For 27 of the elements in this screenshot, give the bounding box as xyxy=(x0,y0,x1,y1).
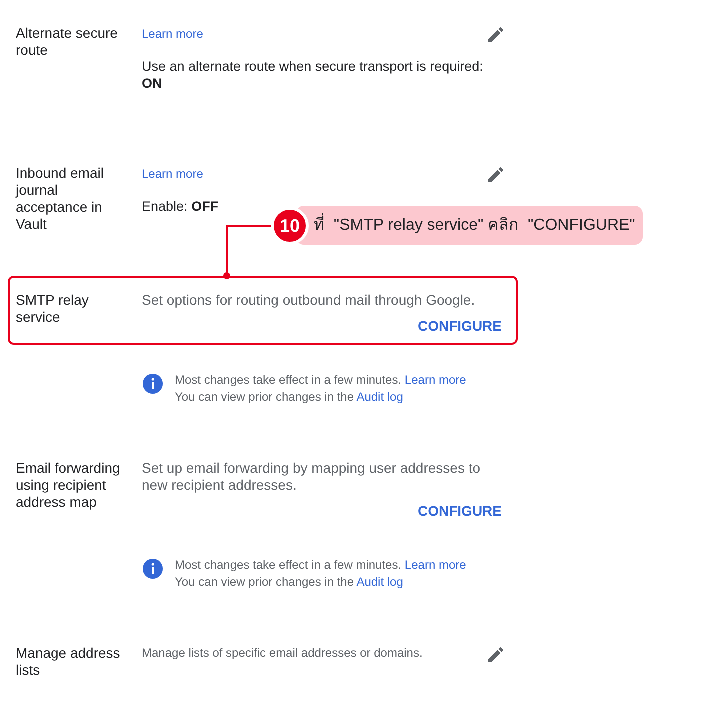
info-text: You can view prior changes in the Audit log xyxy=(175,389,404,406)
setting-status: Use an alternate route when secure transport is required: ON xyxy=(142,58,484,92)
audit-log-link[interactable]: Audit log xyxy=(356,390,404,404)
info-text: Most changes take effect in a few minutes. Learn more xyxy=(175,372,466,389)
setting-description: Manage lists of specific email addresses or domains. xyxy=(142,645,423,662)
info-text: You can view prior changes in the Audit log xyxy=(175,574,404,591)
setting-description: Set up email forwarding by mapping user addresses to new recipient addresses. xyxy=(142,460,482,494)
info-text: Most changes take effect in a few minutes. Learn more xyxy=(175,557,466,574)
setting-description: Set options for routing outbound mail through Google. xyxy=(142,292,476,309)
setting-label: Manage address lists xyxy=(16,645,122,679)
learn-more-link[interactable]: Learn more xyxy=(404,558,466,572)
configure-button[interactable]: CONFIGURE xyxy=(418,318,506,335)
edit-icon[interactable] xyxy=(486,25,506,45)
setting-label: SMTP relay service xyxy=(16,292,90,327)
edit-icon[interactable] xyxy=(486,165,506,185)
learn-more-link[interactable]: Learn more xyxy=(142,166,204,183)
info-icon xyxy=(142,373,164,395)
setting-label: Inbound email journal acceptance in Vault xyxy=(16,165,105,233)
setting-status: Enable: OFF xyxy=(142,198,220,215)
learn-more-link[interactable]: Learn more xyxy=(404,373,466,387)
setting-label: Alternate secure route xyxy=(16,25,119,60)
info-icon xyxy=(142,558,164,580)
audit-log-link[interactable]: Audit log xyxy=(356,575,404,589)
configure-button[interactable]: CONFIGURE xyxy=(418,503,506,520)
learn-more-link[interactable]: Learn more xyxy=(142,26,204,43)
edit-icon[interactable] xyxy=(486,645,506,665)
setting-label: Email forwarding using recipient address map xyxy=(16,460,122,512)
